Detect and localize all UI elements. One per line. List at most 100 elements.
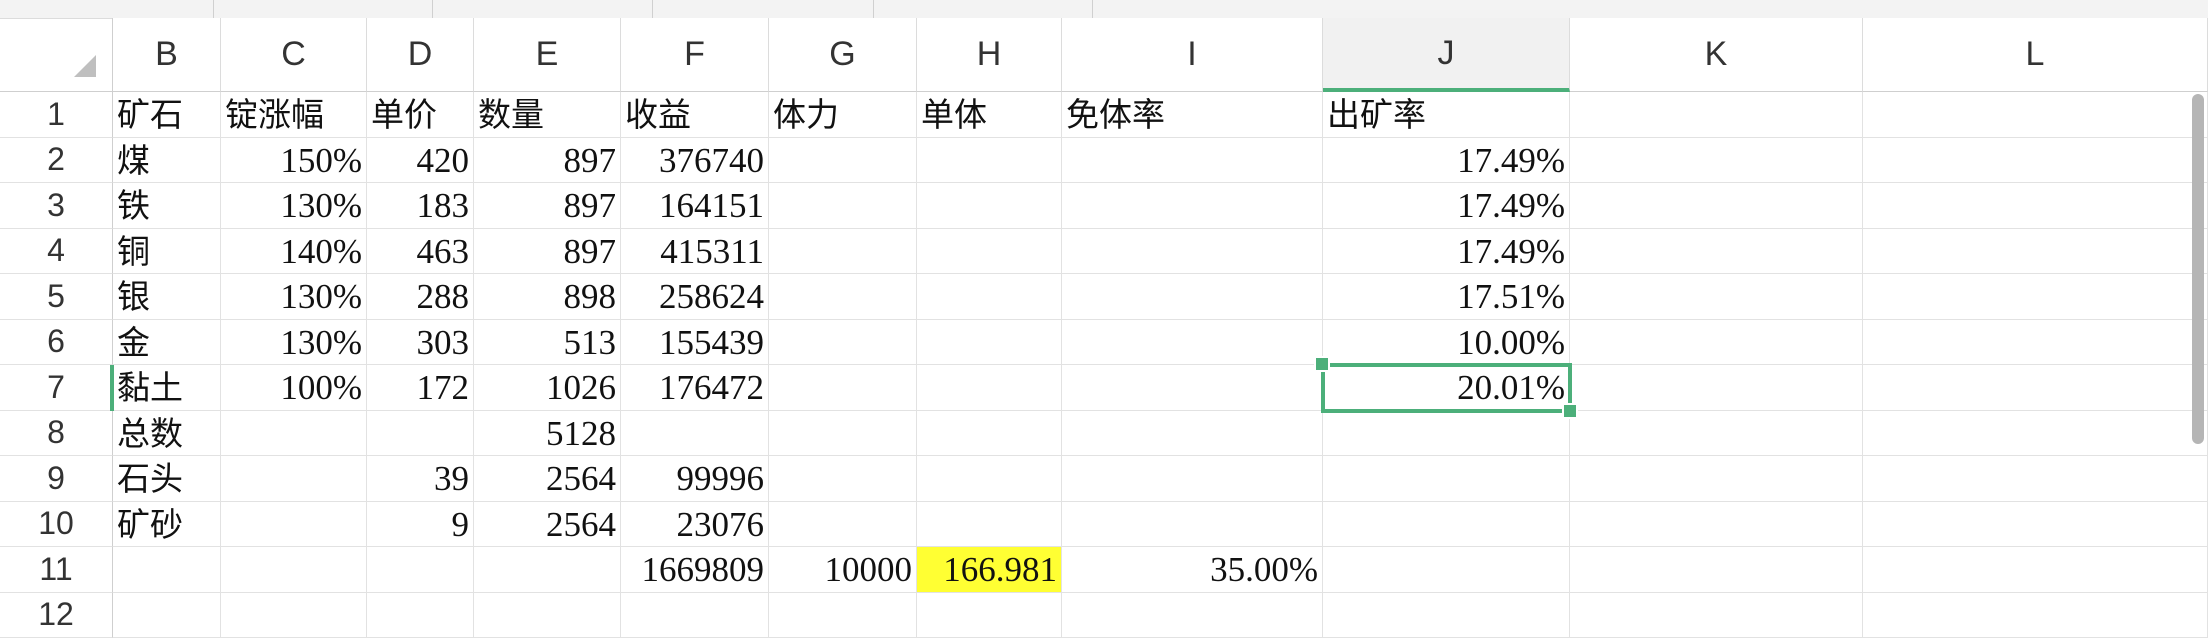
cell-h7[interactable]: [917, 365, 1062, 411]
cell-j3[interactable]: 17.49%: [1323, 183, 1570, 229]
cell-j9[interactable]: [1323, 456, 1570, 502]
cell-d6[interactable]: 303: [367, 320, 474, 366]
cell-c7[interactable]: 100%: [221, 365, 367, 411]
row-header-6[interactable]: 6: [0, 320, 113, 366]
cell-d8[interactable]: [367, 411, 474, 457]
cell-h1[interactable]: 单体: [917, 92, 1062, 138]
cell-e1[interactable]: 数量: [474, 92, 621, 138]
cell-l9[interactable]: [1863, 456, 2208, 502]
cell-g1[interactable]: 体力: [769, 92, 917, 138]
cell-f3[interactable]: 164151: [621, 183, 769, 229]
cell-f2[interactable]: 376740: [621, 138, 769, 184]
cell-h5[interactable]: [917, 274, 1062, 320]
column-header-i[interactable]: I: [1062, 18, 1323, 92]
cell-f11[interactable]: 1669809: [621, 547, 769, 593]
cell-i6[interactable]: [1062, 320, 1323, 366]
cell-i9[interactable]: [1062, 456, 1323, 502]
cell-l12[interactable]: [1863, 593, 2208, 638]
select-all-corner[interactable]: [0, 18, 113, 92]
cell-i1[interactable]: 免体率: [1062, 92, 1323, 138]
column-header-e[interactable]: E: [474, 18, 621, 92]
cell-c2[interactable]: 150%: [221, 138, 367, 184]
cell-g9[interactable]: [769, 456, 917, 502]
cell-k2[interactable]: [1570, 138, 1863, 184]
cell-g11[interactable]: 10000: [769, 547, 917, 593]
row-header-8[interactable]: 8: [0, 411, 113, 457]
cell-g12[interactable]: [769, 593, 917, 638]
cell-b2[interactable]: 煤: [113, 138, 221, 184]
cell-h2[interactable]: [917, 138, 1062, 184]
cell-l7[interactable]: [1863, 365, 2208, 411]
cell-g6[interactable]: [769, 320, 917, 366]
cell-e2[interactable]: 897: [474, 138, 621, 184]
cell-i7[interactable]: [1062, 365, 1323, 411]
row-header-5[interactable]: 5: [0, 274, 113, 320]
cell-f4[interactable]: 415311: [621, 229, 769, 275]
cell-e9[interactable]: 2564: [474, 456, 621, 502]
cell-f6[interactable]: 155439: [621, 320, 769, 366]
cell-b4[interactable]: 铜: [113, 229, 221, 275]
cell-h12[interactable]: [917, 593, 1062, 638]
cell-g3[interactable]: [769, 183, 917, 229]
cell-d3[interactable]: 183: [367, 183, 474, 229]
cell-j7[interactable]: 20.01%: [1323, 365, 1570, 411]
cell-h3[interactable]: [917, 183, 1062, 229]
cell-k7[interactable]: [1570, 365, 1863, 411]
row-header-4[interactable]: 4: [0, 229, 113, 275]
cell-f7[interactable]: 176472: [621, 365, 769, 411]
column-header-b[interactable]: B: [113, 18, 221, 92]
cell-e7[interactable]: 1026: [474, 365, 621, 411]
cell-b12[interactable]: [113, 593, 221, 638]
cell-j12[interactable]: [1323, 593, 1570, 638]
cell-l1[interactable]: [1863, 92, 2208, 138]
cell-g4[interactable]: [769, 229, 917, 275]
cell-j5[interactable]: 17.51%: [1323, 274, 1570, 320]
cell-l4[interactable]: [1863, 229, 2208, 275]
cell-l3[interactable]: [1863, 183, 2208, 229]
cell-e6[interactable]: 513: [474, 320, 621, 366]
cell-j10[interactable]: [1323, 502, 1570, 548]
cell-c9[interactable]: [221, 456, 367, 502]
row-header-2[interactable]: 2: [0, 138, 113, 184]
cell-i8[interactable]: [1062, 411, 1323, 457]
cell-b9[interactable]: 石头: [113, 456, 221, 502]
cell-b3[interactable]: 铁: [113, 183, 221, 229]
cell-h10[interactable]: [917, 502, 1062, 548]
cell-d1[interactable]: 单价: [367, 92, 474, 138]
cell-g5[interactable]: [769, 274, 917, 320]
cell-i12[interactable]: [1062, 593, 1323, 638]
cell-f5[interactable]: 258624: [621, 274, 769, 320]
cell-d2[interactable]: 420: [367, 138, 474, 184]
cell-k6[interactable]: [1570, 320, 1863, 366]
cell-b11[interactable]: [113, 547, 221, 593]
cell-b8[interactable]: 总数: [113, 411, 221, 457]
cell-l2[interactable]: [1863, 138, 2208, 184]
cell-f8[interactable]: [621, 411, 769, 457]
row-header-7[interactable]: 7: [0, 365, 113, 411]
cell-g2[interactable]: [769, 138, 917, 184]
cell-h4[interactable]: [917, 229, 1062, 275]
cell-b6[interactable]: 金: [113, 320, 221, 366]
cell-c8[interactable]: [221, 411, 367, 457]
cell-e10[interactable]: 2564: [474, 502, 621, 548]
cell-i2[interactable]: [1062, 138, 1323, 184]
row-header-10[interactable]: 10: [0, 502, 113, 548]
cell-d4[interactable]: 463: [367, 229, 474, 275]
cell-h9[interactable]: [917, 456, 1062, 502]
column-header-f[interactable]: F: [621, 18, 769, 92]
cell-e8[interactable]: 5128: [474, 411, 621, 457]
cell-e3[interactable]: 897: [474, 183, 621, 229]
fill-handle[interactable]: [1562, 403, 1578, 419]
vertical-scrollbar[interactable]: [2192, 94, 2204, 444]
cell-c3[interactable]: 130%: [221, 183, 367, 229]
cell-k12[interactable]: [1570, 593, 1863, 638]
cell-c11[interactable]: [221, 547, 367, 593]
cell-f1[interactable]: 收益: [621, 92, 769, 138]
column-header-j[interactable]: J: [1323, 18, 1570, 92]
selection-handle-top-left[interactable]: [1314, 356, 1330, 372]
cell-e11[interactable]: [474, 547, 621, 593]
cell-k3[interactable]: [1570, 183, 1863, 229]
cell-k4[interactable]: [1570, 229, 1863, 275]
column-header-c[interactable]: C: [221, 18, 367, 92]
cell-l5[interactable]: [1863, 274, 2208, 320]
